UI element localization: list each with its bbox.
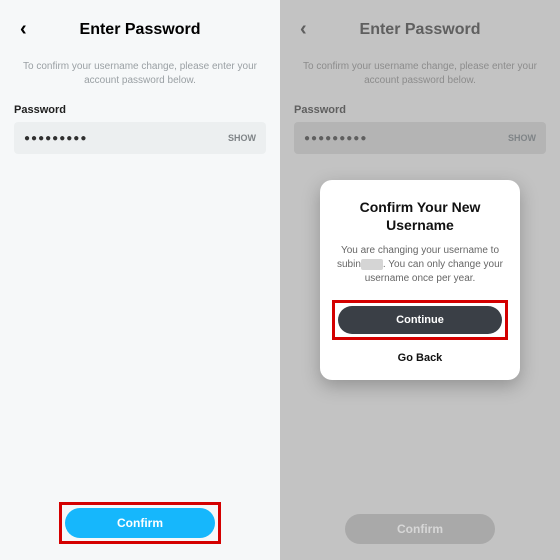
page-title: Enter Password [80,21,201,39]
go-back-button[interactable]: Go Back [336,352,504,364]
modal-body: You are changing your username to subinx… [336,244,504,286]
instruction-text: To confirm your username change, please … [20,60,260,88]
confirm-username-modal: Confirm Your New Username You are changi… [320,180,520,380]
bottom-button-area: Confirm [0,502,280,544]
screen-enter-password: ‹ Enter Password To confirm your usernam… [0,0,280,560]
password-label: Password [14,104,266,116]
modal-overlay: Confirm Your New Username You are changi… [280,0,560,560]
highlight-box: Confirm [59,502,221,544]
header: ‹ Enter Password [14,14,266,46]
continue-button[interactable]: Continue [338,306,502,334]
password-input-row: ●●●●●●●●● SHOW [14,122,266,154]
confirm-button[interactable]: Confirm [65,508,215,538]
back-icon[interactable]: ‹ [20,18,27,41]
redacted-username-suffix: xx [361,259,383,270]
password-input[interactable]: ●●●●●●●●● [24,133,87,144]
highlight-box: Continue [332,300,508,340]
screen-confirm-modal: ‹ Enter Password To confirm your usernam… [280,0,560,560]
modal-title: Confirm Your New Username [336,198,504,234]
modal-body-suffix: . You can only change your username once… [365,259,503,284]
show-password-toggle[interactable]: SHOW [228,133,256,143]
